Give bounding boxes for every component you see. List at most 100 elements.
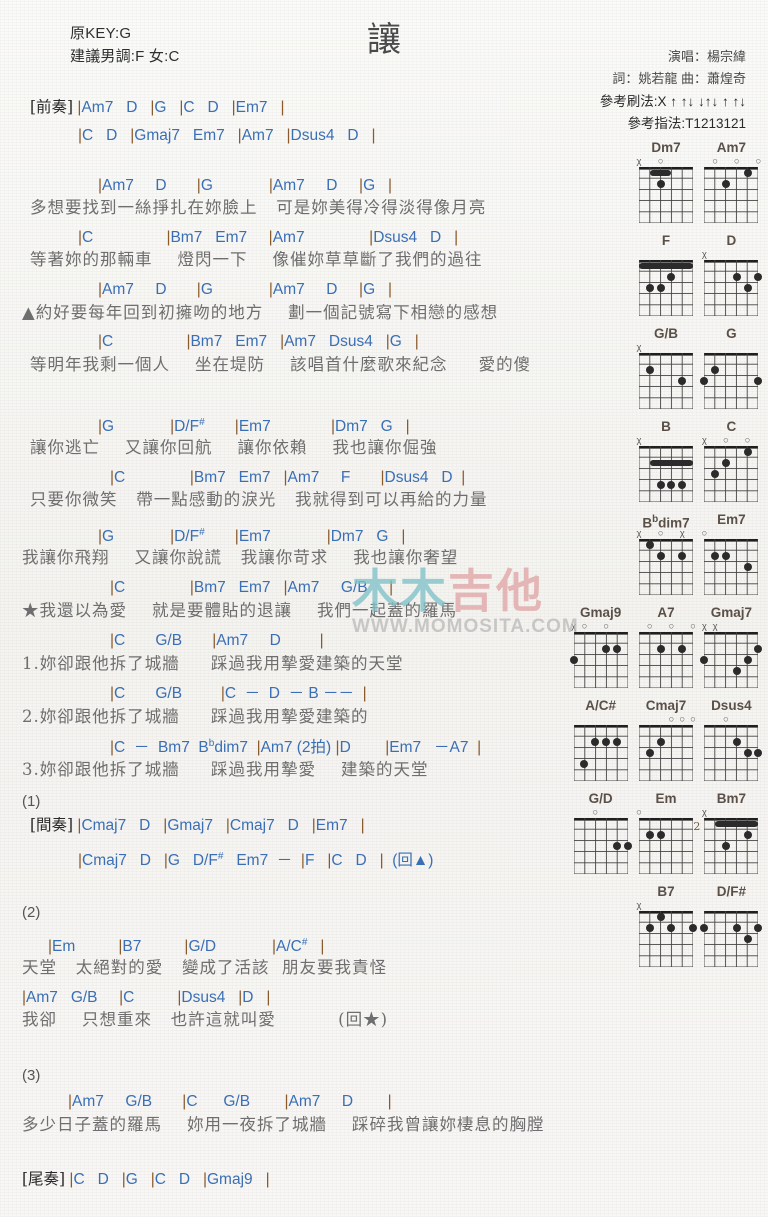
chord-fretboard	[704, 446, 759, 502]
chord-diagram-g: G	[700, 326, 763, 409]
chord-diagram-spacer	[570, 233, 631, 326]
chord-diagram-label: Em	[655, 791, 677, 806]
chord-fretboard	[704, 539, 759, 595]
chord-finger-dot	[678, 644, 687, 653]
chord-finger-dot	[732, 272, 741, 281]
lyric-line: 1.妳卻跟他拆了城牆 踩過我用摯愛建築的天堂	[22, 654, 404, 673]
chord-finger-dot	[754, 749, 763, 757]
chord-diagram-panel: Dm7 χ ○ Am7 ○ ○ ○ F Dχ G/B χ G Bχ Cχ ○ ○ Bbdim7 χ ○ χ Em7 ○ Gm…	[568, 140, 764, 977]
chord-diagram-spacer	[570, 140, 631, 233]
chord-finger-dot	[645, 830, 654, 839]
chord-fretboard	[700, 353, 763, 409]
chord-finger-dot	[612, 842, 621, 850]
chord-finger-dot	[678, 377, 687, 385]
chord-diagram-cmaj7: Cmaj7 ○ ○ ○	[635, 698, 696, 781]
chord-finger-dot	[754, 272, 763, 281]
chord-diagram-a-c-: A/C#	[570, 698, 631, 781]
chord-finger-dot	[645, 284, 654, 292]
chord-open-mute-markers: ○	[701, 528, 708, 539]
chord-diagram-b: Bχ	[635, 419, 696, 502]
chord-diagram-am7: Am7 ○ ○ ○	[701, 140, 762, 223]
chord-diagram-label: Bm7	[716, 791, 746, 806]
lyric-line: 3.妳卻跟他拆了城牆 踩過我用摯愛 建築的天堂	[22, 760, 429, 779]
lyric-line: 等著妳的那輛車 燈閃一下 像催妳草草斷了我們的過往	[30, 250, 483, 269]
chord-diagram-label: G/D	[588, 791, 613, 806]
chord-finger-dot	[656, 644, 665, 653]
chord-finger-dot	[721, 179, 730, 188]
chord-open-mute-markers: ○ ○ ○	[646, 621, 696, 632]
chord-fret-number: 2	[693, 820, 701, 833]
chord-open-mute-markers: ○ ○ ○	[712, 156, 762, 167]
chord-diagram-dsus4: Dsus4 ○	[701, 698, 763, 781]
chord-line: [尾奏] |C D |G |C D |Gmaj9 |	[22, 1170, 270, 1188]
chord-diagram-gmaj7: Gmaj7 χ χ	[700, 605, 763, 688]
chord-fretboard: 2	[693, 818, 759, 874]
chord-finger-dot	[656, 830, 665, 839]
chord-fretboard	[704, 725, 763, 781]
chord-diagram-row: B7 χ D/F#	[568, 884, 764, 977]
chord-diagram-label: Dsus4	[711, 698, 752, 713]
chord-finger-dot	[678, 481, 687, 490]
chord-finger-dot	[743, 830, 752, 839]
chord-diagram-row: G/B χ G	[568, 326, 764, 419]
chord-finger-dot	[645, 365, 654, 374]
chord-finger-dot	[711, 551, 720, 560]
chord-line: [間奏] |Cmaj7 D |Gmaj7 |Cmaj7 D |Em7 |	[30, 816, 365, 834]
chord-finger-dot	[645, 749, 654, 757]
chord-line: |Em |B7 |G/D |A/C# |	[48, 937, 325, 956]
chord-finger-dot	[656, 912, 665, 921]
chord-finger-dot	[743, 284, 752, 292]
chord-finger-dot	[591, 737, 600, 746]
chord-diagram-row: Gmaj9 χ ○ ○ A7 ○ ○ ○ Gmaj7 χ χ	[568, 605, 764, 698]
chord-line: |C |Bm7 Em7 |Am7 |Dsus4 D |	[78, 229, 459, 246]
chord-line: |C |Bm7 Em7 |Am7 G/B |	[110, 579, 394, 596]
chord-open-mute-markers: χχ	[701, 621, 718, 632]
chord-line: |C |Bm7 Em7 |Am7 F |Dsus4 D |	[110, 469, 466, 486]
chord-finger-dot	[721, 551, 730, 560]
chord-diagram-c: Cχ ○ ○	[701, 419, 762, 502]
chord-diagram-label: F	[661, 233, 671, 248]
chord-fretboard	[639, 818, 693, 874]
chord-finger-dot	[754, 644, 763, 653]
chord-fretboard	[573, 725, 628, 781]
chord-finger-dot	[743, 656, 752, 664]
chord-finger-dot	[743, 563, 752, 571]
chord-barre	[715, 820, 759, 827]
chord-fretboard	[639, 446, 693, 502]
chord-finger-dot	[645, 923, 654, 932]
lyric-line: 等明年我剩一個人 坐在堤防 該唱首什麼歌來紀念 愛的傻	[30, 355, 532, 374]
lyric-line: ▲約好要每年回到初擁吻的地方 劃一個記號寫下相戀的感想	[22, 303, 499, 322]
chord-finger-dot	[743, 447, 752, 456]
chord-finger-dot	[732, 923, 741, 932]
chord-line: |Am7 G/B |C G/B |Am7 D |	[68, 1093, 392, 1110]
lyric-line: 我讓你飛翔 又讓你說謊 我讓你苛求 我也讓你奢望	[22, 548, 459, 567]
chord-diagram-label: Dm7	[651, 140, 681, 155]
chord-line: |Am7 D |G |Am7 D |G |	[98, 177, 393, 194]
chord-finger-dot	[656, 481, 665, 490]
chord-finger-dot	[656, 737, 665, 746]
chord-finger-dot	[700, 656, 709, 664]
chord-fretboard	[704, 260, 763, 316]
chord-diagram-row: Bχ Cχ ○ ○	[568, 419, 764, 512]
chord-open-mute-markers: χ	[636, 900, 642, 911]
lyric-line: 我卻 只想重來 也許這就叫愛 (回★)	[22, 1010, 389, 1029]
chord-diagram-g-b: G/B χ	[635, 326, 696, 409]
lyric-line: 讓你逃亡 又讓你回航 讓你依賴 我也讓你倔強	[30, 438, 438, 457]
chord-diagram-label: Bbdim7	[642, 514, 690, 531]
chord-finger-dot	[656, 179, 665, 188]
chord-diagram-bbdim7: Bbdim7 χ ○ χ	[635, 512, 696, 595]
chord-open-mute-markers: χ ○	[636, 156, 664, 167]
chord-open-mute-markers: χ	[636, 342, 642, 353]
chord-finger-dot	[711, 365, 720, 374]
chord-sheet: 原KEY:G 建議男調:F 女:C 讓 演唱：楊宗緯 詞：姚若龍 曲：蕭煌奇 參…	[0, 0, 768, 1217]
chord-diagram-d: Dχ	[701, 233, 763, 316]
chord-open-mute-markers: χ	[701, 249, 707, 260]
chord-diagram-spacer	[570, 512, 631, 605]
lyric-line: 多想要找到一絲掙扎在妳臉上 可是妳美得冷得淡得像月亮	[30, 198, 487, 217]
chord-finger-dot	[711, 470, 720, 478]
chord-finger-dot	[612, 737, 621, 746]
chord-finger-dot	[656, 284, 665, 292]
chord-diagram-row: A/C# Cmaj7 ○ ○ ○ Dsus4 ○	[568, 698, 764, 791]
chord-diagram-label: B	[661, 419, 671, 434]
chord-fretboard	[569, 632, 628, 688]
